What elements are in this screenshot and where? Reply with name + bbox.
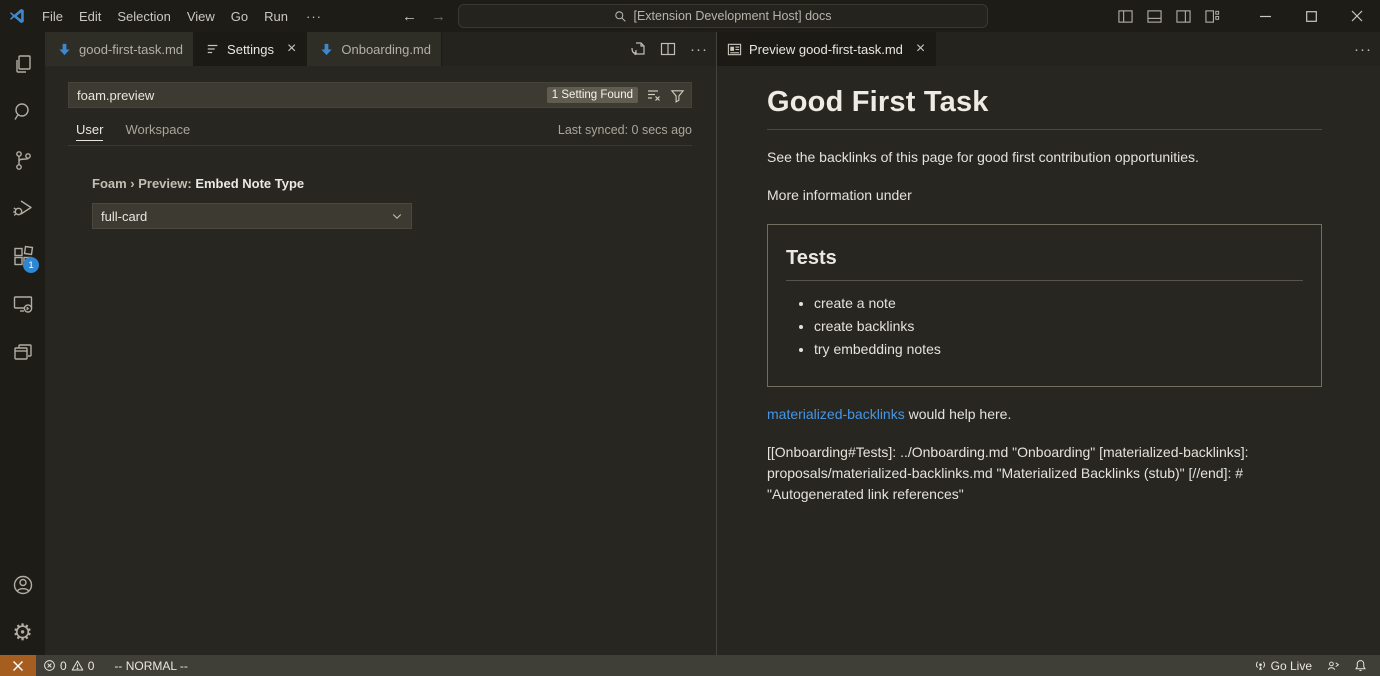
preview-title: Good First Task [767, 86, 1322, 130]
notifications-bell-button[interactable] [1347, 655, 1374, 676]
title-bar: File Edit Selection View Go Run ··· ← → … [0, 0, 1380, 32]
vscode-logo-icon [0, 7, 34, 25]
preview-paragraph: More information under [767, 185, 1322, 206]
more-actions-icon[interactable]: ··· [1354, 41, 1372, 58]
left-tab-strip: good-first-task.md Settings × Onboardi [45, 32, 716, 66]
settings-result-count-badge: 1 Setting Found [547, 87, 638, 103]
chevron-down-icon [391, 210, 403, 222]
warning-icon [71, 659, 84, 672]
tab-label: Settings [227, 42, 274, 57]
settings-search-box[interactable]: 1 Setting Found [68, 82, 692, 108]
search-icon [614, 10, 627, 23]
run-debug-icon[interactable] [0, 184, 45, 232]
problems-indicator[interactable]: 0 0 [36, 655, 101, 676]
vim-mode-indicator[interactable]: -- NORMAL -- [107, 655, 195, 676]
tab-label: Preview good-first-task.md [749, 42, 903, 57]
settings-editor: 1 Setting Found [45, 66, 716, 655]
embed-note-type-select[interactable]: full-card [92, 203, 412, 229]
toggle-panel-icon[interactable] [1147, 9, 1162, 24]
toggle-sidebar-icon[interactable] [1118, 9, 1133, 24]
more-actions-icon[interactable]: ··· [690, 41, 708, 58]
embedded-note-title: Tests [786, 247, 1303, 281]
close-window-button[interactable] [1334, 0, 1380, 32]
settings-search-input[interactable] [77, 88, 547, 103]
navigate-back-icon[interactable]: ← [402, 8, 417, 25]
menu-overflow-button[interactable]: ··· [296, 5, 332, 28]
bell-icon [1354, 659, 1367, 672]
navigate-forward-icon[interactable]: → [431, 8, 446, 25]
open-settings-json-icon[interactable] [630, 41, 646, 57]
extensions-icon[interactable]: 1 [0, 232, 45, 280]
select-value: full-card [101, 209, 147, 224]
close-tab-icon[interactable]: × [916, 41, 925, 57]
source-control-icon[interactable] [0, 136, 45, 184]
filter-icon[interactable] [670, 88, 685, 103]
error-icon [43, 659, 56, 672]
windows-panel-icon[interactable] [0, 328, 45, 376]
link-references-text: [[Onboarding#Tests]: ../Onboarding.md "O… [767, 442, 1289, 505]
remote-explorer-icon[interactable] [0, 280, 45, 328]
live-share-button[interactable] [1319, 655, 1347, 676]
manage-gear-icon[interactable]: ⚙ [0, 609, 45, 655]
warning-count: 0 [88, 659, 95, 673]
markdown-preview: Good First Task See the backlinks of thi… [717, 66, 1380, 655]
menu-view[interactable]: View [179, 5, 223, 28]
maximize-button[interactable] [1288, 0, 1334, 32]
live-share-icon [1326, 659, 1340, 672]
last-synced-label: Last synced: 0 secs ago [558, 123, 692, 137]
menu-edit[interactable]: Edit [71, 5, 109, 28]
minimize-button[interactable] [1242, 0, 1288, 32]
link-suffix-text: would help here. [905, 406, 1012, 422]
remote-indicator[interactable] [0, 655, 36, 676]
menu-file[interactable]: File [34, 5, 71, 28]
tab-onboarding[interactable]: Onboarding.md [307, 32, 442, 66]
embedded-note-list: create a note create backlinks try embed… [786, 295, 1303, 357]
editor-group-left: good-first-task.md Settings × Onboardi [45, 32, 716, 655]
list-item: create a note [814, 295, 1303, 311]
settings-editor-icon [206, 42, 220, 56]
right-tab-strip: Preview good-first-task.md × ··· [717, 32, 1380, 66]
menu-selection[interactable]: Selection [109, 5, 178, 28]
setting-name: Embed Note Type [195, 176, 304, 191]
tab-label: Onboarding.md [341, 42, 431, 57]
tab-label: good-first-task.md [79, 42, 183, 57]
embedded-note-card: Tests create a note create backlinks try… [767, 224, 1322, 387]
scope-tab-user[interactable]: User [76, 122, 103, 141]
status-bar: 0 0 -- NORMAL -- Go Live [0, 655, 1380, 676]
menu-go[interactable]: Go [223, 5, 256, 28]
list-item: try embedding notes [814, 341, 1303, 357]
command-center-search[interactable]: [Extension Development Host] docs [458, 4, 988, 28]
clear-search-results-icon[interactable] [646, 87, 662, 103]
extensions-badge: 1 [23, 257, 39, 273]
account-icon[interactable] [0, 561, 45, 609]
tab-good-first-task[interactable]: good-first-task.md [45, 32, 194, 66]
broadcast-icon [1254, 659, 1267, 672]
setting-row-embed-note-type: Foam › Preview: Embed Note Type full-car… [92, 176, 692, 229]
tab-settings[interactable]: Settings × [194, 32, 307, 66]
markdown-preview-icon [727, 42, 742, 57]
list-item: create backlinks [814, 318, 1303, 334]
error-count: 0 [60, 659, 67, 673]
go-live-label: Go Live [1271, 659, 1312, 673]
markdown-file-icon [319, 42, 334, 57]
scope-tab-workspace[interactable]: Workspace [125, 122, 190, 137]
menu-run[interactable]: Run [256, 5, 296, 28]
settings-scope-row: User Workspace Last synced: 0 secs ago [68, 122, 692, 146]
tab-preview-good-first-task[interactable]: Preview good-first-task.md × [717, 32, 936, 66]
close-tab-icon[interactable]: × [287, 41, 296, 57]
split-editor-icon[interactable] [660, 41, 676, 57]
search-view-icon[interactable] [0, 88, 45, 136]
command-center-label: [Extension Development Host] docs [633, 9, 831, 23]
editor-group-right: Preview good-first-task.md × ··· Good Fi… [716, 32, 1380, 655]
customize-layout-icon[interactable] [1205, 9, 1220, 24]
preview-paragraph: See the backlinks of this page for good … [767, 147, 1322, 168]
go-live-button[interactable]: Go Live [1247, 655, 1319, 676]
setting-category: Foam › Preview: [92, 176, 195, 191]
activity-bar: 1 ⚙ [0, 32, 45, 655]
explorer-icon[interactable] [0, 40, 45, 88]
remote-icon [12, 660, 24, 672]
materialized-backlinks-link[interactable]: materialized-backlinks [767, 406, 905, 422]
toggle-secondary-sidebar-icon[interactable] [1176, 9, 1191, 24]
markdown-file-icon [57, 42, 72, 57]
